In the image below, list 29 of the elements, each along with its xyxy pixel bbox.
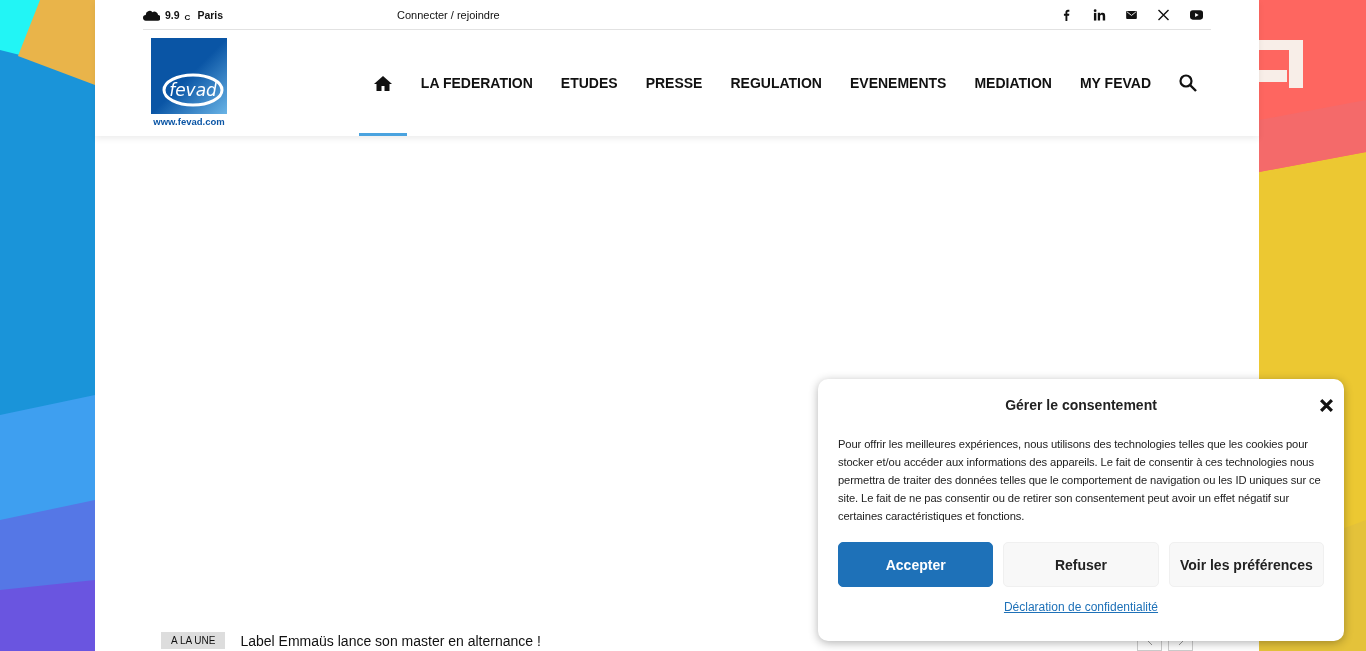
mail-icon[interactable] — [1126, 10, 1137, 19]
temperature-unit: C — [184, 13, 191, 22]
logo-url[interactable]: www.fevad.com — [153, 116, 225, 127]
nav-tab[interactable]: MEDIATION — [960, 30, 1066, 136]
home-icon — [373, 75, 392, 91]
choice-button[interactable]: Refuser — [1003, 542, 1159, 587]
nav-tab[interactable]: PRESSE — [631, 30, 717, 136]
youtube-icon[interactable] — [1190, 8, 1203, 21]
news-tag: A LA UNE — [161, 632, 226, 649]
linkedin-icon[interactable] — [1093, 8, 1106, 21]
temperature: 9.9 — [165, 8, 180, 21]
nav-tab[interactable]: REGULATION — [716, 30, 836, 136]
close-icon — [1318, 397, 1334, 413]
cloud-icon — [143, 8, 160, 21]
x-icon[interactable] — [1157, 8, 1170, 21]
consent-text: Pour offrir les meilleures expériences, nous utilisons des technologies telles que les cookies pour stocker et/ou accéder aux informations des appareils. Le fait de consentir à ces technologies nous permettra de traiter des données telles que le comportement de navigation ou les ID uniques sur ce site. Le fait de ne pas consentir ou de retirer son consentement peut avoir un effet négatif sur certaines caractéristiques et fonctions. — [838, 437, 1322, 524]
nav-tab[interactable]: LA FEDERATION — [406, 30, 547, 136]
nav-tab[interactable]: ETUDES — [546, 30, 632, 136]
accept-button[interactable]: Accepter — [838, 542, 994, 587]
search-icon — [1179, 74, 1197, 92]
headline-link[interactable]: Label Emmaüs lance son master en alternance ! — [240, 632, 541, 649]
nav-tab[interactable]: MY FEVAD — [1065, 30, 1165, 136]
choice-button[interactable]: Voir les préférences — [1168, 542, 1324, 587]
city-name: Paris — [197, 8, 224, 21]
fevad-logo[interactable]: fevad — [151, 38, 227, 114]
login-link[interactable]: Connecter / rejoindre — [397, 8, 500, 21]
dialog-title: Gérer le consentement — [1005, 397, 1157, 413]
nav-tab[interactable]: EVENEMENTS — [835, 30, 961, 136]
privacy-link[interactable]: Déclaration de confidentialité — [1003, 600, 1159, 614]
